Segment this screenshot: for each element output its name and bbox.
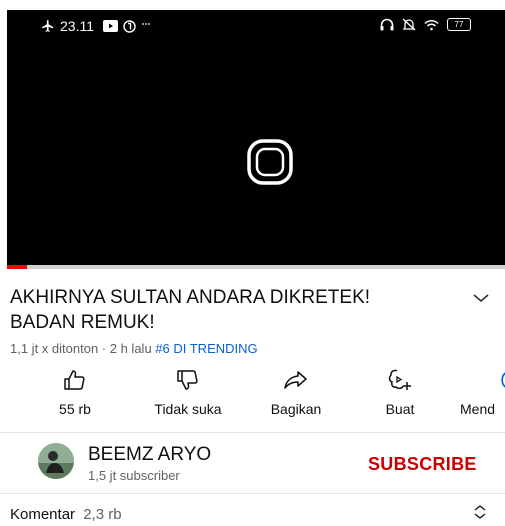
chevron-down-icon[interactable]: [470, 290, 492, 306]
battery-icon: 77: [447, 18, 471, 31]
progress-bar[interactable]: [7, 265, 505, 269]
divider: [0, 493, 505, 494]
comments-count: 2,3 rb: [83, 506, 122, 523]
status-bar: 23.11 77: [7, 10, 505, 40]
unfold-icon[interactable]: [472, 503, 488, 521]
like-button[interactable]: 55 rb: [52, 366, 98, 426]
dislike-button[interactable]: Tidak suka: [143, 366, 233, 426]
divider: [0, 432, 505, 433]
avatar[interactable]: [38, 443, 74, 479]
headphones-icon: [380, 18, 394, 31]
thumbs-down-icon: [177, 370, 198, 390]
video-player[interactable]: 23.11 77: [7, 10, 505, 267]
share-button[interactable]: Bagikan: [259, 366, 333, 426]
comments-label: Komentar: [10, 506, 76, 523]
action-bar: 55 rb Tidak suka Bagikan Buat Mend: [0, 366, 505, 426]
share-icon: [284, 371, 307, 389]
mute-icon: [402, 18, 416, 31]
progress-fill: [7, 265, 27, 269]
create-icon: [388, 369, 411, 390]
create-button[interactable]: Buat: [382, 366, 418, 426]
pause-icon[interactable]: [240, 132, 300, 192]
wifi-icon: [424, 19, 439, 31]
view-count: 1,1 jt x ditonton: [10, 341, 99, 356]
upload-age: 2 h lalu: [109, 341, 152, 356]
status-time: 23.11: [60, 18, 94, 34]
dots-icon: [141, 22, 151, 30]
dislike-label: Tidak suka: [154, 401, 222, 417]
like-count: 55 rb: [59, 401, 91, 417]
thumbs-up-icon: [64, 370, 85, 390]
channel-name[interactable]: BEEMZ ARYO: [88, 444, 211, 466]
notification-icon: [123, 19, 136, 33]
download-icon: [501, 372, 505, 388]
download-button[interactable]: Mend: [460, 366, 505, 426]
create-label: Buat: [385, 401, 415, 417]
video-meta: 1,1 jt x ditonton · 2 h lalu #6 DI TREND…: [10, 341, 258, 356]
download-label: Mend: [460, 401, 496, 417]
airplane-icon: [41, 19, 55, 33]
subscriber-count: 1,5 jt subscriber: [88, 468, 180, 483]
video-title: AKHIRNYA SULTAN ANDARA DIKRETEK! BADAN R…: [10, 287, 371, 333]
subscribe-button[interactable]: SUBSCRIBE: [368, 454, 477, 475]
youtube-icon: [103, 20, 118, 32]
comments-header[interactable]: Komentar 2,3 rb: [10, 506, 122, 523]
share-label: Bagikan: [270, 401, 322, 417]
trending-link[interactable]: #6 DI TRENDING: [155, 341, 257, 356]
